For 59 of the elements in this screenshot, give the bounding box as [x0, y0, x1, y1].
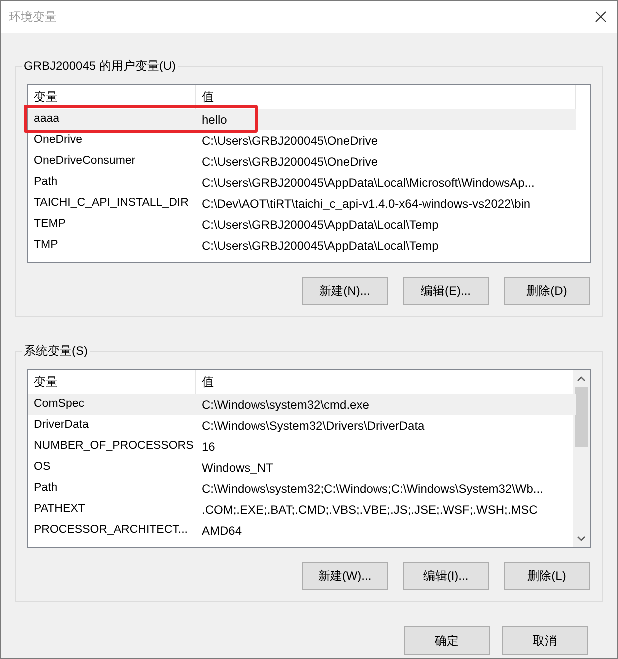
dialog-button[interactable]: 编辑(E)...	[403, 277, 489, 305]
group-title: GRBJ200045 的用户变量(U)	[22, 58, 178, 74]
variable-name: TAICHI_C_API_INSTALL_DIR	[33, 196, 190, 211]
variable-value: C:\Dev\AOT\tiRT\taichi_c_api-v1.4.0-x64-windows-vs2022\bin	[201, 196, 532, 212]
variable-name: OneDriveConsumer	[33, 154, 137, 169]
variable-value: hello	[201, 112, 228, 128]
list-row[interactable]: ComSpec C:\Windows\system32\cmd.exe	[28, 394, 576, 415]
variable-list[interactable]	[27, 84, 591, 263]
dialog-button[interactable]: 新建(N)...	[302, 277, 388, 305]
variable-value: .COM;.EXE;.BAT;.CMD;.VBS;.VBE;.JS;.JSE;.WSF;.WSH;.MSC	[201, 502, 539, 518]
variable-name: OS	[33, 460, 52, 475]
variable-name: TMP	[33, 238, 60, 253]
variable-name: OneDrive	[33, 132, 84, 148]
variable-value: C:\Users\GRBJ200045\OneDrive	[201, 154, 380, 170]
variable-name: NUMBER_OF_PROCESSORS	[33, 438, 195, 454]
variable-value: 16	[201, 438, 216, 456]
variable-name: DriverData	[33, 418, 90, 433]
group-title: 系统变量(S)	[22, 343, 90, 359]
variable-name: ComSpec	[33, 396, 86, 412]
list-row[interactable]: TAICHI_C_API_INSTALL_DIR C:\Dev\AOT\tiRT\taichi_c_api-v1.4.0-x64-windows-vs2022\bin	[28, 193, 576, 214]
variable-value: C:\Users\GRBJ200045\AppData\Local\Temp	[201, 238, 440, 254]
variable-value: C:\Users\GRBJ200045\AppData\Local\Microsoft\WindowsAp...	[201, 174, 536, 192]
variable-value: C:\Windows\System32\Drivers\DriverData	[201, 418, 426, 434]
variable-value: C:\Users\GRBJ200045\OneDrive	[201, 132, 380, 150]
list-row[interactable]: Path C:\Users\GRBJ200045\AppData\Local\Microsoft\WindowsAp...	[28, 172, 576, 193]
dialog-button[interactable]: 删除(D)	[504, 277, 590, 305]
list-row[interactable]: OS Windows_NT	[28, 457, 576, 478]
variable-value: C:\Windows\system32;C:\Windows;C:\Windows\System32\Wb...	[201, 480, 544, 498]
variable-name: PATHEXT	[33, 502, 86, 517]
list-row[interactable]: PATHEXT .COM;.EXE;.BAT;.CMD;.VBS;.VBE;.JS;.JSE;.WSF;.WSH;.MSC	[28, 499, 576, 520]
scroll-thumb[interactable]	[575, 387, 588, 447]
variable-name: aaaa	[33, 112, 61, 127]
list-row[interactable]: Path C:\Windows\system32;C:\Windows;C:\Windows\System32\Wb...	[28, 478, 576, 499]
dialog-button[interactable]: 取消	[502, 626, 588, 655]
window-title: 环境变量	[9, 9, 57, 26]
variable-list[interactable]	[27, 369, 591, 548]
list-row[interactable]: OneDrive C:\Users\GRBJ200045\OneDrive	[28, 130, 576, 151]
list-row[interactable]: TEMP C:\Users\GRBJ200045\AppData\Local\Temp	[28, 214, 576, 235]
dialog-button[interactable]: 删除(L)	[504, 562, 590, 590]
variable-value: AMD64	[201, 522, 244, 540]
variable-value: C:\Users\GRBJ200045\AppData\Local\Temp	[201, 216, 440, 234]
close-icon[interactable]	[595, 11, 607, 23]
list-row[interactable]: NUMBER_OF_PROCESSORS 16	[28, 436, 576, 457]
variable-value: Windows_NT	[201, 460, 274, 476]
column-header[interactable]: 值	[196, 85, 575, 109]
column-header[interactable]: 值	[196, 370, 575, 394]
dialog-button[interactable]: 新建(W)...	[302, 562, 388, 590]
variable-name: Path	[33, 480, 59, 496]
dialog-button[interactable]: 确定	[404, 626, 490, 655]
variable-name: TEMP	[33, 216, 67, 232]
scrollbar[interactable]	[573, 370, 590, 547]
list-row[interactable]: TMP C:\Users\GRBJ200045\AppData\Local\Temp	[28, 235, 576, 256]
variable-name: PROCESSOR_ARCHITECT...	[33, 522, 189, 538]
variable-value: C:\Windows\system32\cmd.exe	[201, 396, 370, 414]
list-row[interactable]: OneDriveConsumer C:\Users\GRBJ200045\OneDrive	[28, 151, 576, 172]
list-row[interactable]: PROCESSOR_ARCHITECT... AMD64	[28, 520, 576, 541]
dialog-button[interactable]: 编辑(I)...	[403, 562, 489, 590]
list-row[interactable]: DriverData C:\Windows\System32\Drivers\DriverData	[28, 415, 576, 436]
variable-name: Path	[33, 174, 59, 190]
